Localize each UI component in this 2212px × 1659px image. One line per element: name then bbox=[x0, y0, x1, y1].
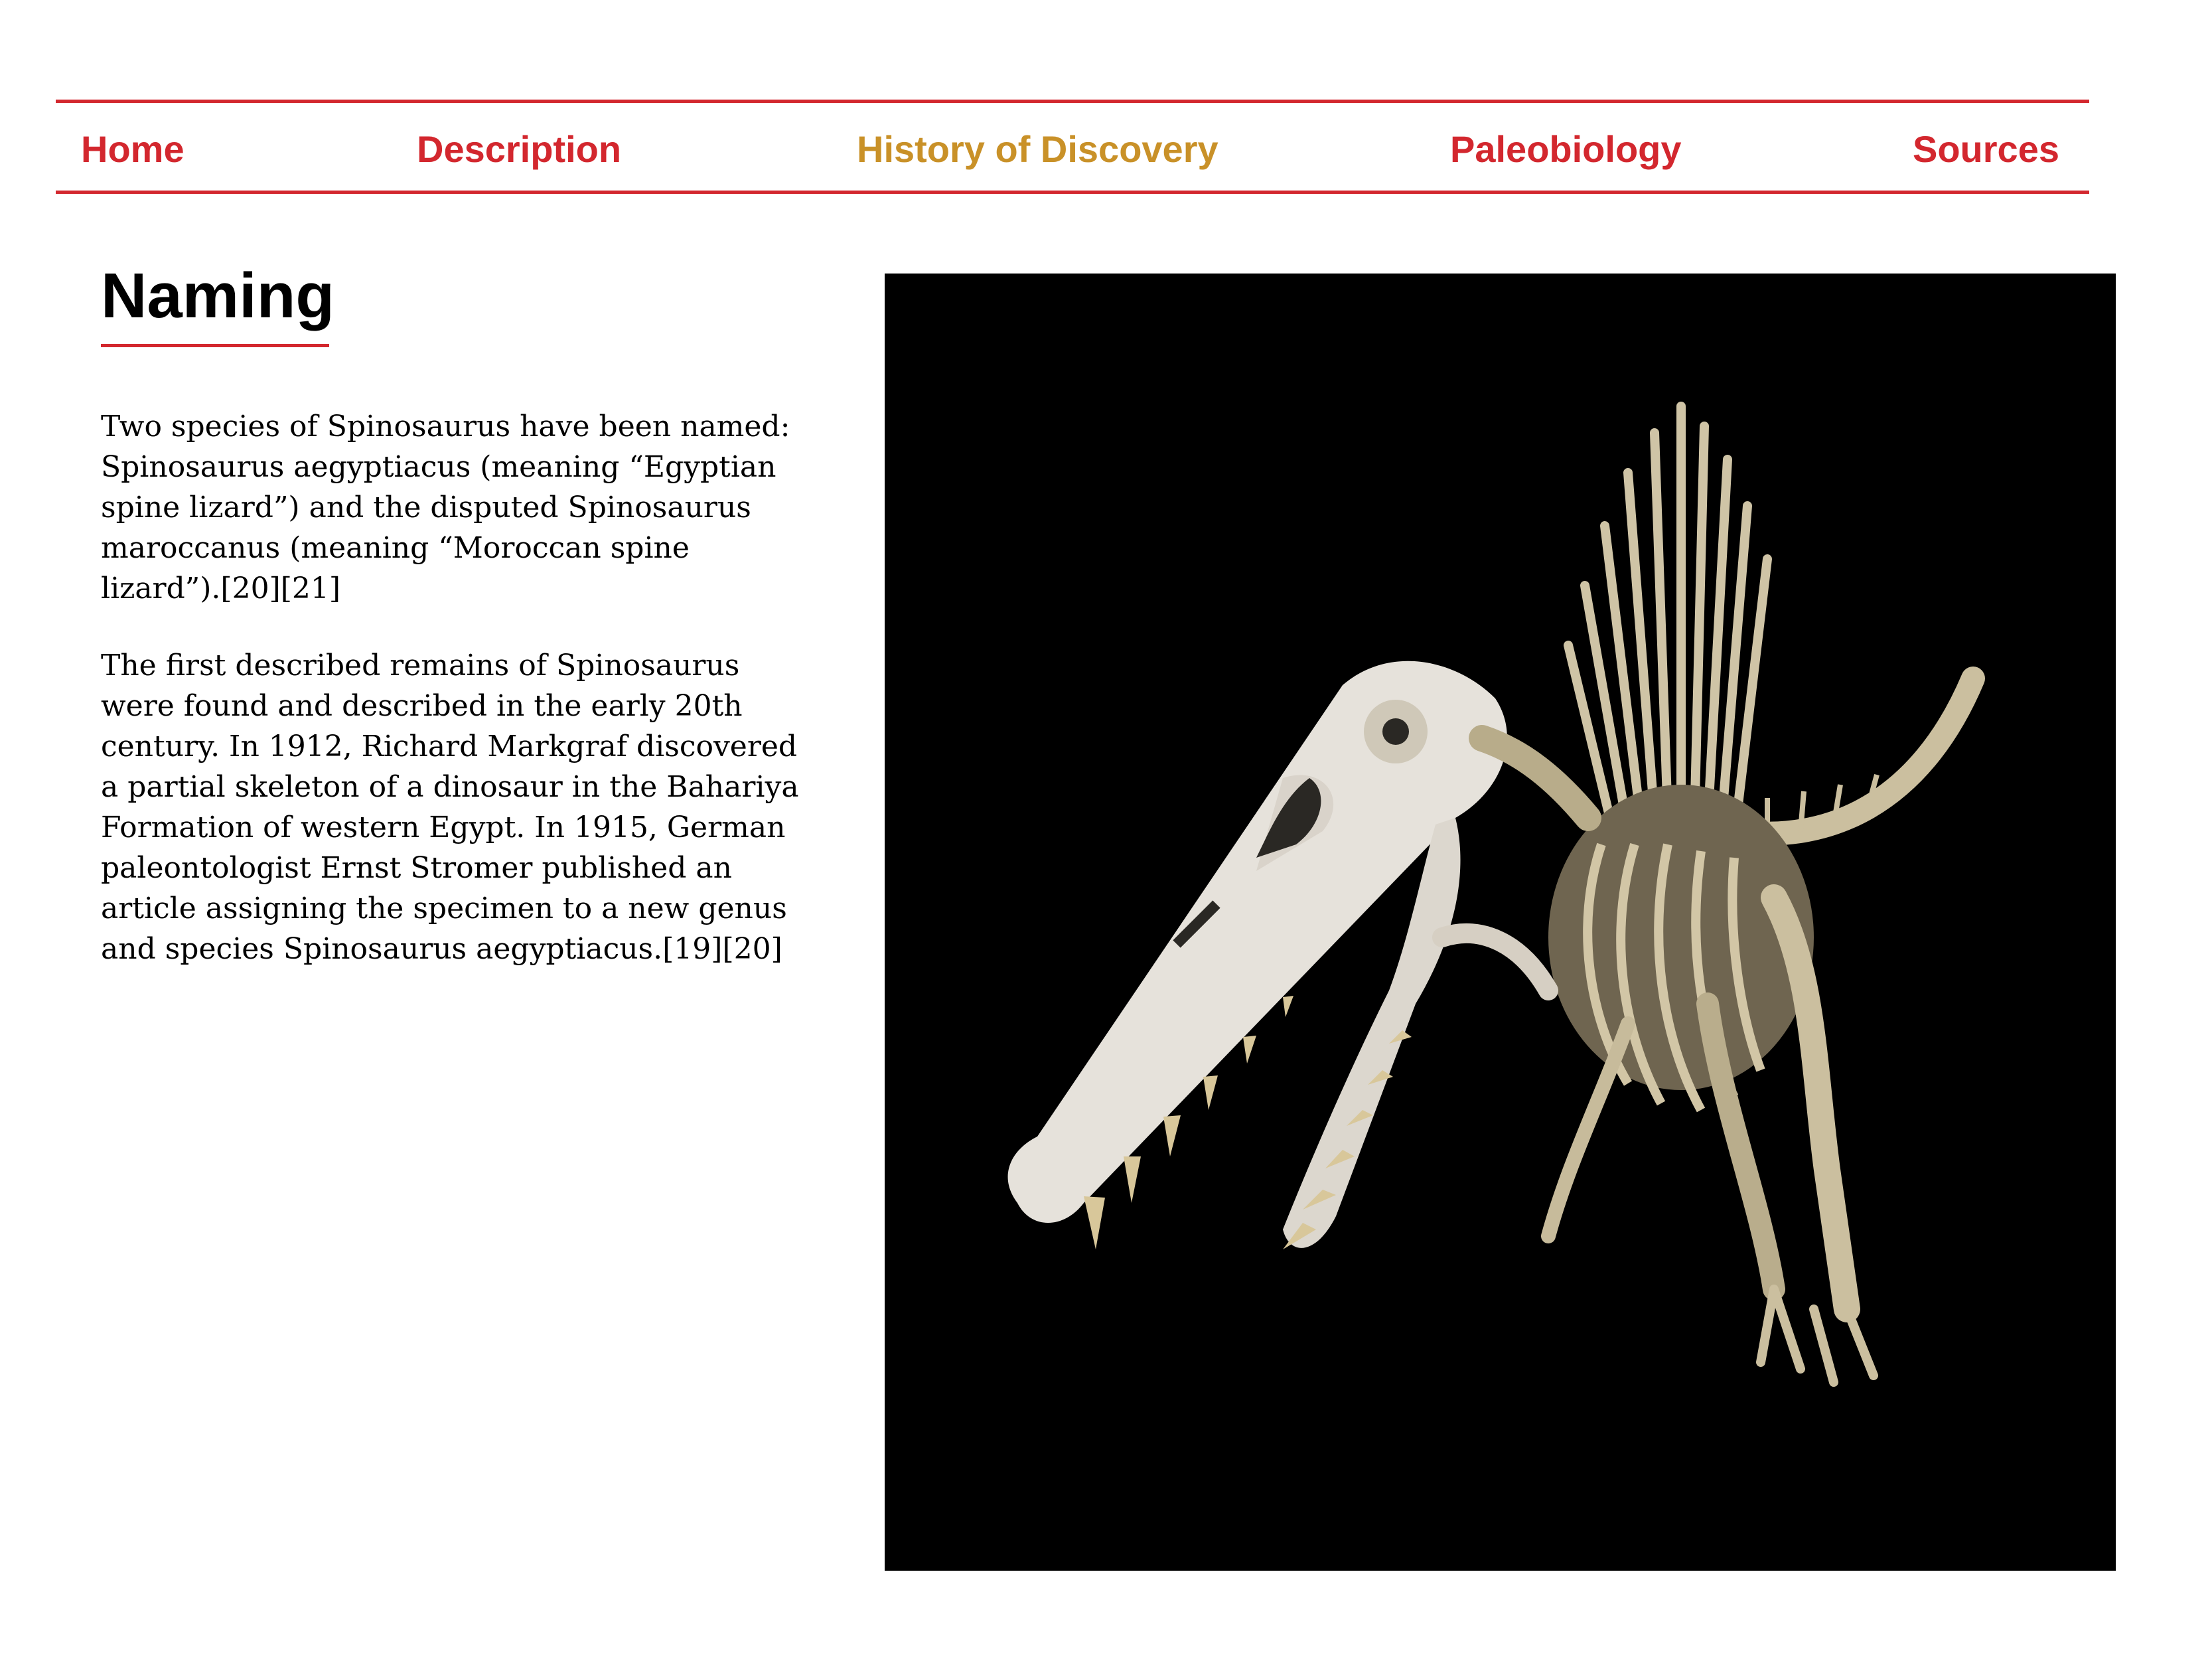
spinosaurus-skeleton-image bbox=[885, 274, 2116, 1571]
discovery-paragraph: The first described remains of Spinosaur… bbox=[101, 649, 799, 966]
section-title: Naming bbox=[101, 260, 335, 331]
naming-paragraph: Two species of Spinosaurus have been nam… bbox=[101, 410, 790, 605]
nav-history-link[interactable]: History of Discovery bbox=[857, 128, 1218, 171]
title-underline bbox=[101, 344, 329, 347]
nav-sources-link[interactable]: Sources bbox=[1913, 128, 2059, 171]
nav-paleobiology-link[interactable]: Paleobiology bbox=[1450, 128, 1682, 171]
nav-home-link[interactable]: Home bbox=[81, 128, 184, 171]
nav-description-link[interactable]: Description bbox=[417, 128, 621, 171]
skeleton-illustration bbox=[885, 274, 2116, 1571]
main-nav: Home Description History of Discovery Pa… bbox=[56, 100, 2089, 194]
